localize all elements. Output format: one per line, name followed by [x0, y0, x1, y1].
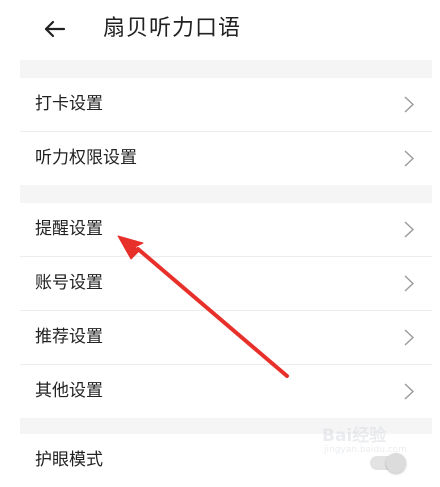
chevron-right-icon [404, 275, 414, 292]
settings-item-label: 听力权限设置 [35, 148, 137, 168]
section-divider [20, 60, 432, 78]
arrow-left-icon[interactable] [40, 14, 70, 44]
settings-item-label: 护眼模式 [35, 450, 103, 470]
watermark-text: Bai经验 [322, 426, 387, 446]
settings-item-recommendation[interactable]: 推荐设置 [20, 311, 432, 365]
settings-item-reminder[interactable]: 提醒设置 [20, 203, 432, 257]
settings-item-listening-permission[interactable]: 听力权限设置 [20, 132, 432, 185]
settings-item-label: 打卡设置 [35, 94, 103, 114]
settings-item-label: 其他设置 [35, 381, 103, 401]
settings-item-account[interactable]: 账号设置 [20, 257, 432, 311]
settings-item-label: 提醒设置 [35, 219, 103, 239]
chevron-right-icon [404, 221, 414, 238]
chevron-right-icon [404, 383, 414, 400]
settings-item-checkin[interactable]: 打卡设置 [20, 78, 432, 132]
scroll-edge [432, 60, 440, 465]
chevron-right-icon [404, 150, 414, 167]
settings-item-label: 账号设置 [35, 273, 103, 293]
settings-item-label: 推荐设置 [35, 327, 103, 347]
chevron-right-icon [404, 96, 414, 113]
watermark-subtext: jingyan.baidu.com [324, 445, 408, 455]
page-title: 扇贝听力口语 [103, 16, 242, 41]
section-divider [20, 185, 432, 203]
chevron-right-icon [404, 329, 414, 346]
settings-item-other[interactable]: 其他设置 [20, 365, 432, 418]
baidu-jingyan-watermark: Bai经验 jingyan.baidu.com [322, 415, 422, 459]
top-app-bar: 扇贝听力口语 [0, 0, 440, 60]
